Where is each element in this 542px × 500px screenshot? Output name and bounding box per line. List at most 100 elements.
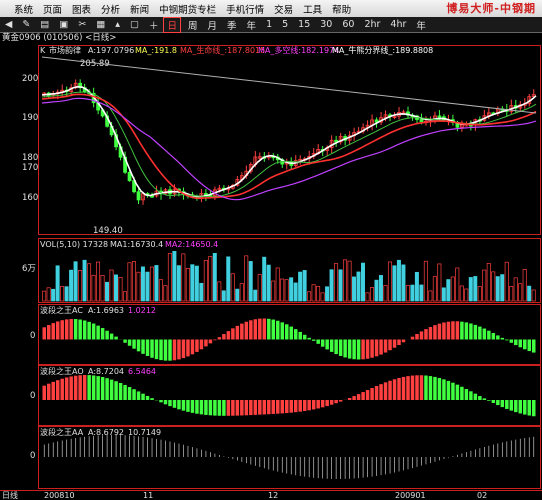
period-60min-button[interactable]: 60 — [337, 19, 359, 30]
volume-bar — [352, 276, 357, 302]
menu-page[interactable]: 页面 — [38, 2, 67, 16]
menu-mobile-quotes[interactable]: 手机行情 — [221, 2, 269, 16]
volume-bar — [96, 261, 101, 302]
volume-bar — [149, 266, 154, 302]
volume-bar — [437, 263, 442, 302]
volume-bar — [468, 277, 473, 302]
volume-bar — [307, 291, 312, 302]
volume-bar — [450, 276, 455, 302]
candlestick-layer — [41, 56, 537, 205]
volume-bar — [69, 269, 74, 302]
volume-bar — [527, 285, 532, 302]
volume-bar — [262, 256, 267, 302]
volume-bar — [486, 263, 491, 302]
volume-bar — [217, 281, 222, 302]
volume-bar — [459, 285, 464, 302]
draw-icon[interactable]: ✎ — [17, 19, 35, 30]
volume-bar — [221, 290, 226, 302]
volume-bar — [118, 276, 123, 302]
volume-bar — [338, 269, 343, 302]
volume-bar — [226, 256, 231, 302]
chart-icon[interactable]: ▤ — [35, 19, 54, 30]
volume-bar — [46, 287, 51, 302]
plus-icon[interactable]: ＋ — [144, 18, 164, 32]
back-icon[interactable]: ◀ — [0, 19, 17, 30]
volume-bar — [122, 291, 127, 302]
volume-bar — [522, 269, 527, 302]
volume-bar — [181, 253, 186, 302]
volume-bar — [320, 292, 325, 302]
volume-bar — [334, 263, 339, 302]
volume-bar — [131, 261, 136, 302]
volume-bar — [230, 273, 235, 302]
menu-help[interactable]: 帮助 — [327, 2, 356, 16]
ao-histogram-layer — [42, 375, 536, 417]
aa-legend-a: A:8.6792 — [88, 428, 124, 437]
volume-bar — [105, 281, 110, 302]
period-15min-button[interactable]: 15 — [293, 19, 315, 30]
ac-legend-name: 波段之王AC — [40, 305, 83, 315]
period-month-button[interactable]: 月 — [203, 18, 223, 32]
ac-y-tick: 0 — [30, 331, 35, 341]
ao-legend-name: 波段之王AO — [40, 366, 84, 376]
volume-bar — [190, 264, 195, 302]
menu-news[interactable]: 新闻 — [125, 2, 154, 16]
volume-bar — [55, 265, 60, 302]
volume-bar — [513, 277, 518, 302]
period-5min-button[interactable]: 5 — [277, 19, 293, 30]
menu-tools[interactable]: 工具 — [298, 2, 327, 16]
volume-bar — [114, 274, 118, 302]
period-day-button[interactable]: 日 — [163, 16, 181, 33]
period-1min-button[interactable]: 1 — [261, 19, 277, 30]
period-4hr-button[interactable]: 4hr — [385, 19, 411, 30]
ao-legend-a: A:8.7204 — [88, 367, 124, 376]
info-icon[interactable]: ▢ — [125, 19, 144, 30]
chart-area[interactable]: K 市场韵律 A:197.0796 MA_:191.8 MA_生命线_:187.… — [0, 43, 542, 500]
volume-bar — [280, 278, 285, 302]
x-label-02: 02 — [477, 491, 487, 500]
signal-icon[interactable]: ▴ — [110, 19, 125, 30]
x-label-11: 11 — [143, 491, 153, 500]
volume-bar — [293, 282, 298, 302]
period-year-button[interactable]: 年 — [242, 18, 262, 32]
volume-bar — [325, 286, 330, 302]
volume-bar — [158, 279, 163, 302]
volume-bar — [356, 271, 361, 302]
volume-bar — [347, 260, 352, 302]
volume-bar — [109, 269, 114, 302]
volume-bar — [441, 287, 446, 302]
x-label-200810: 200810 — [44, 491, 75, 500]
menu-trade[interactable]: 交易 — [269, 2, 298, 16]
menu-system[interactable]: 系统 — [0, 2, 38, 16]
menu-chart[interactable]: 图表 — [67, 2, 96, 16]
period-30min-button[interactable]: 30 — [315, 19, 337, 30]
menu-analysis[interactable]: 分析 — [96, 2, 125, 16]
menu-zhonggang-column[interactable]: 中钢期货专栏 — [154, 2, 221, 16]
cut-icon[interactable]: ✂ — [73, 19, 91, 30]
grid-icon[interactable]: ▦ — [91, 19, 110, 30]
candle-body — [419, 119, 424, 123]
volume-bar — [87, 263, 92, 302]
volume-bar — [194, 265, 199, 302]
aa-y-tick: 0 — [30, 451, 35, 461]
period-week-button[interactable]: 周 — [183, 18, 203, 32]
period-quarter-button[interactable]: 季 — [222, 18, 242, 32]
toolbar: ◀ ✎ ▤ ▣ ✂ ▦ ▴ ▢ ＋ 日 周 月 季 年 1 5 15 30 60… — [0, 16, 542, 33]
volume-bar — [185, 267, 190, 302]
volume-layer — [42, 251, 536, 302]
candle-body — [437, 115, 442, 118]
vol-legend-vol: VOL(5,10) 17328 — [40, 240, 108, 249]
volume-bar — [365, 292, 370, 302]
volume-bar — [127, 262, 132, 302]
volume-bar — [42, 290, 47, 302]
volume-bar — [239, 283, 244, 302]
menu-bar: 系统 页面 图表 分析 新闻 中钢期货专栏 手机行情 交易 工具 帮助 博易大师… — [0, 0, 542, 18]
volume-bar — [482, 269, 487, 302]
volume-bar — [410, 284, 415, 302]
window-icon[interactable]: ▣ — [54, 19, 73, 30]
period-year2-button[interactable]: 年 — [411, 18, 431, 32]
volume-bar — [518, 283, 523, 302]
volume-bar — [464, 288, 469, 302]
vol-legend-ma2: MA2:14650.4 — [165, 240, 218, 249]
period-2hr-button[interactable]: 2hr — [359, 19, 385, 30]
